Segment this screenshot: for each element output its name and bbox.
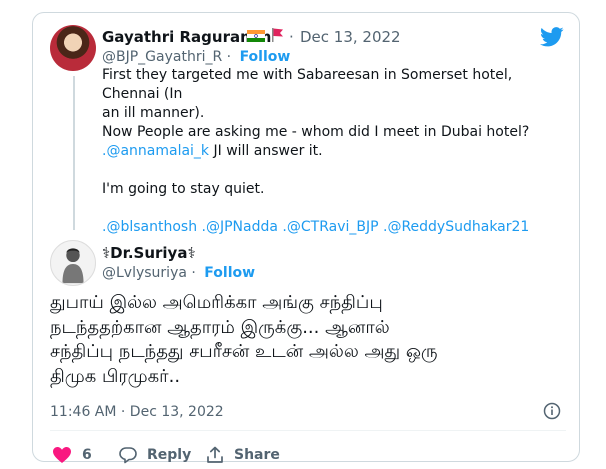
tweet-line-1: First they targeted me with Sabareesan i… [102, 67, 513, 102]
tag-reddysudhakar[interactable]: .@ReddySudhakar21 [379, 219, 529, 235]
reply-button[interactable]: Reply [119, 446, 191, 464]
share-label: Share [234, 447, 280, 463]
tweet-line-3: Now People are asking me - whom did I me… [102, 124, 530, 140]
actions-divider [50, 430, 566, 431]
tweet-tags: .@blsanthosh .@JPNadda .@CTRavi_BJP .@Re… [102, 218, 552, 237]
red-flag-icon [272, 28, 283, 42]
avatar-sketch-icon [62, 248, 84, 284]
follow-button[interactable]: Follow [240, 49, 291, 65]
info-icon[interactable] [543, 402, 561, 420]
share-upload-icon [207, 446, 223, 463]
reply-handle-row: @Lvlysuriya · Follow [102, 265, 255, 281]
tweet-body: First they targeted me with Sabareesan i… [102, 66, 552, 237]
share-button[interactable]: Share [206, 446, 280, 464]
tweet-quiet-line: I'm going to stay quiet. [102, 181, 265, 197]
tag-jpnadda[interactable]: .@JPNadda [197, 219, 278, 235]
tweet-line-2: an ill manner). [102, 105, 205, 121]
reply-line-3: சந்திப்பு நடந்தது சபரீசன் உடன் அல்ல அது … [50, 341, 438, 362]
like-count: 6 [82, 447, 92, 463]
thread-connector [73, 76, 75, 230]
tweet-dot: · [289, 28, 294, 46]
reply-author-name[interactable]: ⚕Dr.Suriya⚕ [102, 244, 196, 262]
tag-ctravi[interactable]: .@CTRavi_BJP [278, 219, 378, 235]
heart-icon [53, 447, 71, 463]
reply-timestamp[interactable]: 11:46 AM · Dec 13, 2022 [50, 404, 224, 420]
handle-text[interactable]: @BJP_Gayathri_R [102, 49, 222, 65]
avatar-gayathri[interactable] [50, 25, 96, 71]
twitter-bird-icon[interactable] [540, 27, 564, 47]
handle-dot: · [226, 49, 232, 65]
reply-text: துபாய் இல்ல அமெரிக்கா அங்கு சந்திப்பு நட… [50, 291, 570, 389]
like-button[interactable]: 6 [52, 446, 92, 464]
reply-line-1: துபாய் இல்ல அமெரிக்கா அங்கு சந்திப்பு [50, 292, 383, 313]
reply-handle[interactable]: @Lvlysuriya [102, 265, 187, 281]
mention-suffix: JI will answer it. [209, 143, 323, 159]
tweet-line-4: .@annamalai_k JI will answer it. [102, 142, 552, 161]
reply-label: Reply [147, 447, 192, 463]
mention-annamalai[interactable]: @annamalai_k [106, 143, 209, 159]
reply-bubble-icon [119, 447, 137, 464]
author-name[interactable]: Gayathri Raguramm [102, 28, 271, 46]
tag-blsanthosh[interactable]: .@blsanthosh [102, 219, 197, 235]
reply-line-4: திமுக பிரமுகர்.. [50, 365, 181, 387]
avatar-suriya[interactable] [50, 240, 96, 286]
reply-line-2: நடந்ததற்கான ஆதாரம் இருக்கு... ஆனால் [50, 316, 390, 338]
reply-follow-button[interactable]: Follow [204, 265, 255, 281]
tweet-date[interactable]: Dec 13, 2022 [300, 28, 401, 46]
reply-handle-dot: · [191, 265, 196, 281]
author-handle[interactable]: @BJP_Gayathri_R · Follow [102, 49, 290, 65]
india-flag-icon [247, 30, 265, 42]
blank-line-2 [102, 199, 552, 218]
